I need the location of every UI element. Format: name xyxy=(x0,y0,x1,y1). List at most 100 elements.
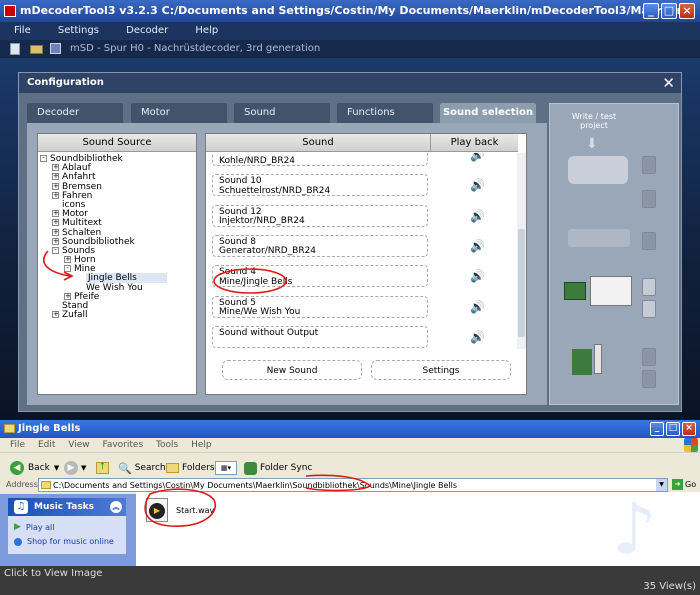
tab-motor[interactable]: Motor xyxy=(131,103,227,123)
expand-icon[interactable]: + xyxy=(52,191,59,199)
write-test-panel: Write / test project ⬇ xyxy=(549,103,679,405)
address-dropdown-icon[interactable]: ▼ xyxy=(656,479,667,491)
menu-help[interactable]: Help xyxy=(195,25,218,36)
explorer-menu-view[interactable]: View xyxy=(68,440,89,450)
tree-item[interactable]: + Horn xyxy=(40,255,194,265)
explorer-menu-help[interactable]: Help xyxy=(191,440,212,450)
sound-entry[interactable]: Sound 8 Generator/NRD_BR24 xyxy=(212,234,428,257)
sound-entry[interactable]: Sound 12 Injektor/NRD_BR24 xyxy=(212,204,428,227)
explorer-menu-file[interactable]: File xyxy=(10,440,25,450)
speaker-icon[interactable]: 🔊 xyxy=(470,240,485,252)
folders-label: Folders xyxy=(182,463,215,473)
tab-decoder[interactable]: Decoder xyxy=(27,103,123,123)
menu-settings[interactable]: Settings xyxy=(58,25,99,36)
play-all-link[interactable]: ▶ Play all xyxy=(14,522,55,532)
sound-entry[interactable]: Sound 4 Mine/Jingle Bells xyxy=(212,265,428,288)
explorer-menu-tools[interactable]: Tools xyxy=(156,440,178,450)
explorer-menu-bar: File Edit View Favorites Tools Help xyxy=(0,438,700,452)
collapse-icon[interactable]: - xyxy=(40,155,47,162)
close-icon[interactable]: ✕ xyxy=(662,74,675,92)
tree-item[interactable]: + Zufall xyxy=(40,311,194,320)
speaker-icon[interactable]: 🔊 xyxy=(470,179,485,191)
new-sound-button[interactable]: New Sound xyxy=(222,360,362,380)
sound-entry[interactable]: Sound 10 Schuettelrost/NRD_BR24 xyxy=(212,174,428,197)
music-tasks-label: Music Tasks xyxy=(34,502,95,512)
back-button[interactable]: ◀ Back ▼ xyxy=(10,459,59,477)
speaker-icon[interactable]: 🔊 xyxy=(470,270,485,282)
tree-item[interactable]: We Wish You xyxy=(40,283,194,293)
folders-button[interactable]: Folders xyxy=(166,459,215,477)
task-list: ▶ Play all Shop for music online xyxy=(8,516,126,554)
views-button[interactable]: ▦▾ xyxy=(215,461,237,475)
expand-icon[interactable]: + xyxy=(52,219,59,227)
explorer-title-bar: Jingle Bells xyxy=(0,420,700,438)
expand-icon[interactable]: + xyxy=(52,228,59,236)
expand-icon[interactable]: + xyxy=(64,256,71,264)
shop-music-label: Shop for music online xyxy=(27,537,114,546)
settings-button[interactable]: Settings xyxy=(371,360,511,380)
folders-icon xyxy=(166,463,179,473)
write-button-5[interactable] xyxy=(642,300,656,318)
file-view: ▶ Start.wav ♪ xyxy=(136,492,700,566)
write-button-4[interactable] xyxy=(642,278,656,296)
open-folder-icon[interactable] xyxy=(30,45,43,54)
expand-icon[interactable]: + xyxy=(52,311,59,319)
write-button-2[interactable] xyxy=(642,190,656,208)
explorer-menu-edit[interactable]: Edit xyxy=(38,440,55,450)
new-file-icon[interactable] xyxy=(10,43,20,55)
explorer-close-button[interactable]: × xyxy=(682,422,696,436)
maximize-button[interactable]: □ xyxy=(661,3,677,19)
collapse-icon[interactable]: - xyxy=(52,246,59,254)
explorer-minimize-button[interactable]: _ xyxy=(650,422,664,436)
sound-entry[interactable]: Sound 5 Mine/We Wish You xyxy=(212,295,428,318)
explorer-window: Jingle Bells _ □ × File Edit View Favori… xyxy=(0,420,700,566)
go-button[interactable]: ➜ Go xyxy=(672,479,696,490)
write-button-7[interactable] xyxy=(642,370,656,388)
tab-sound-selection[interactable]: Sound selection xyxy=(440,103,536,123)
expand-icon[interactable]: + xyxy=(52,210,59,218)
file-item[interactable]: ▶ Start.wav xyxy=(146,498,214,522)
up-folder-icon[interactable]: ↑ xyxy=(96,462,109,474)
explorer-maximize-button[interactable]: □ xyxy=(666,422,680,436)
save-icon[interactable] xyxy=(50,43,61,54)
menu-file[interactable]: File xyxy=(14,25,31,36)
menu-decoder[interactable]: Decoder xyxy=(126,25,168,36)
sound-entry[interactable]: Sound without Output xyxy=(212,325,428,348)
tab-functions[interactable]: Functions xyxy=(337,103,433,123)
locomotive-icon xyxy=(568,229,630,247)
write-button-1[interactable] xyxy=(642,156,656,174)
scrollbar-thumb[interactable] xyxy=(518,229,525,337)
collapse-icon[interactable]: ︽ xyxy=(110,501,122,513)
sound-entry[interactable]: Sound 9Kohle/NRD_BR24 xyxy=(212,153,428,166)
speaker-icon[interactable]: 🔊 xyxy=(470,210,485,222)
address-input[interactable]: C:\Documents and Settings\Costin\My Docu… xyxy=(38,478,668,492)
expand-icon[interactable]: + xyxy=(52,164,59,172)
speaker-icon[interactable]: 🔊 xyxy=(470,331,485,343)
write-button-3[interactable] xyxy=(642,232,656,250)
sound-tree: - Soundbibliothek + Ablauf + Anfahrt + Bremsen +… xyxy=(38,152,196,323)
explorer-menu-favorites[interactable]: Favorites xyxy=(102,440,143,450)
minimize-button[interactable]: _ xyxy=(643,3,659,19)
folder-sync-button[interactable]: Folder Sync xyxy=(244,459,312,477)
search-button[interactable]: 🔍 Search xyxy=(118,459,166,477)
view-image-link[interactable]: Click to View Image xyxy=(4,568,102,579)
collapse-icon[interactable]: - xyxy=(64,265,71,273)
expand-icon[interactable]: + xyxy=(52,182,59,190)
shop-music-link[interactable]: Shop for music online xyxy=(14,537,114,546)
forward-button[interactable]: ▶ ▼ xyxy=(64,459,86,477)
speaker-icon[interactable]: 🔊 xyxy=(470,153,485,161)
expand-icon[interactable]: + xyxy=(64,292,71,300)
speaker-icon[interactable]: 🔊 xyxy=(470,301,485,313)
sound-list-scrollbar[interactable] xyxy=(517,153,526,349)
expand-icon[interactable]: + xyxy=(52,173,59,181)
tree-item[interactable]: - Sounds xyxy=(40,246,194,256)
media-file-icon: ▶ xyxy=(146,498,168,522)
ms2-device-icon xyxy=(568,156,628,184)
search-icon: 🔍 xyxy=(118,461,132,475)
expand-icon[interactable]: + xyxy=(52,237,59,245)
chevron-down-icon: ▼ xyxy=(81,464,87,472)
tab-sound[interactable]: Sound xyxy=(234,103,330,123)
music-tasks-header[interactable]: ♫ Music Tasks ︽ xyxy=(8,498,126,516)
close-button[interactable]: × xyxy=(679,3,695,19)
write-button-6[interactable] xyxy=(642,348,656,366)
